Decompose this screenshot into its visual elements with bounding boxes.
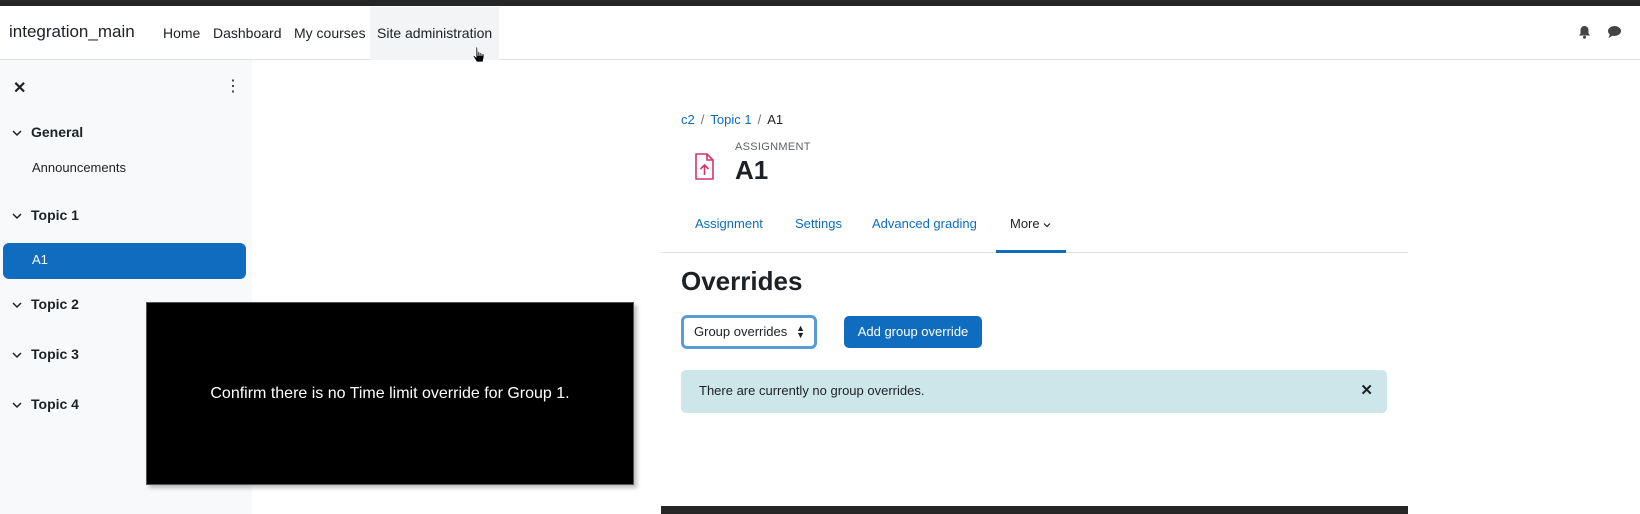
alert-message: There are currently no group overrides. bbox=[699, 383, 925, 398]
active-tab-indicator bbox=[996, 250, 1066, 253]
nav-my-courses[interactable]: My courses bbox=[294, 25, 366, 41]
kebab-menu-icon[interactable]: ⋮ bbox=[225, 76, 241, 96]
close-drawer-icon[interactable]: ✕ bbox=[13, 78, 26, 98]
info-alert: There are currently no group overrides. … bbox=[681, 370, 1387, 413]
footer-bar bbox=[661, 506, 1408, 514]
select-arrows-icon: ▲ ▼ bbox=[796, 323, 805, 340]
section-topic-4[interactable]: Topic 4 bbox=[12, 396, 79, 412]
overrides-heading: Overrides bbox=[681, 266, 803, 296]
section-label: Topic 1 bbox=[31, 207, 79, 223]
nav-home[interactable]: Home bbox=[163, 25, 200, 41]
section-label: Topic 4 bbox=[31, 396, 79, 412]
tab-more[interactable]: More bbox=[1010, 216, 1051, 231]
tab-advanced-grading[interactable]: Advanced grading bbox=[872, 216, 977, 231]
section-general[interactable]: General bbox=[12, 124, 83, 140]
overlay-caption: Confirm there is no Time limit override … bbox=[210, 385, 570, 402]
mouse-cursor-icon bbox=[472, 46, 485, 63]
section-label: General bbox=[31, 124, 84, 140]
add-group-override-button[interactable]: Add group override bbox=[844, 316, 982, 348]
chevron-down-icon bbox=[1043, 223, 1051, 228]
nav-dashboard[interactable]: Dashboard bbox=[213, 25, 282, 41]
site-brand[interactable]: integration_main bbox=[9, 22, 135, 42]
section-label: Topic 2 bbox=[31, 296, 79, 312]
section-topic-1[interactable]: Topic 1 bbox=[12, 207, 79, 223]
drawer-item-a1[interactable]: A1 bbox=[3, 243, 246, 279]
breadcrumb-c2[interactable]: c2 bbox=[681, 112, 695, 127]
bell-icon[interactable] bbox=[1578, 25, 1591, 42]
chevron-down-icon bbox=[12, 402, 22, 409]
tab-assignment[interactable]: Assignment bbox=[695, 216, 763, 231]
breadcrumb: c2/Topic 1/A1 bbox=[681, 112, 784, 127]
navbar: integration_main Home Dashboard My cours… bbox=[0, 6, 1640, 60]
file-upload-icon bbox=[681, 144, 727, 190]
drawer-item-announcements[interactable]: Announcements bbox=[32, 160, 126, 175]
chevron-down-icon bbox=[12, 213, 22, 220]
instruction-overlay: Confirm there is no Time limit override … bbox=[146, 302, 634, 485]
tab-more-label: More bbox=[1010, 216, 1040, 231]
select-value: Group overrides bbox=[694, 324, 788, 339]
section-topic-3[interactable]: Topic 3 bbox=[12, 346, 79, 362]
chevron-down-icon bbox=[12, 352, 22, 359]
activity-type: ASSIGNMENT bbox=[735, 141, 811, 153]
chevron-down-icon bbox=[12, 130, 22, 137]
tab-settings[interactable]: Settings bbox=[795, 216, 842, 231]
close-icon[interactable]: ✕ bbox=[1360, 381, 1373, 399]
section-label: Topic 3 bbox=[31, 346, 79, 362]
section-topic-2[interactable]: Topic 2 bbox=[12, 296, 79, 312]
chat-icon[interactable] bbox=[1607, 25, 1622, 42]
page-title: A1 bbox=[735, 155, 769, 185]
chevron-down-icon bbox=[12, 302, 22, 309]
override-type-select[interactable]: Group overrides ▲ ▼ bbox=[681, 315, 817, 349]
breadcrumb-current: A1 bbox=[767, 112, 784, 127]
breadcrumb-topic-1[interactable]: Topic 1 bbox=[710, 112, 751, 127]
